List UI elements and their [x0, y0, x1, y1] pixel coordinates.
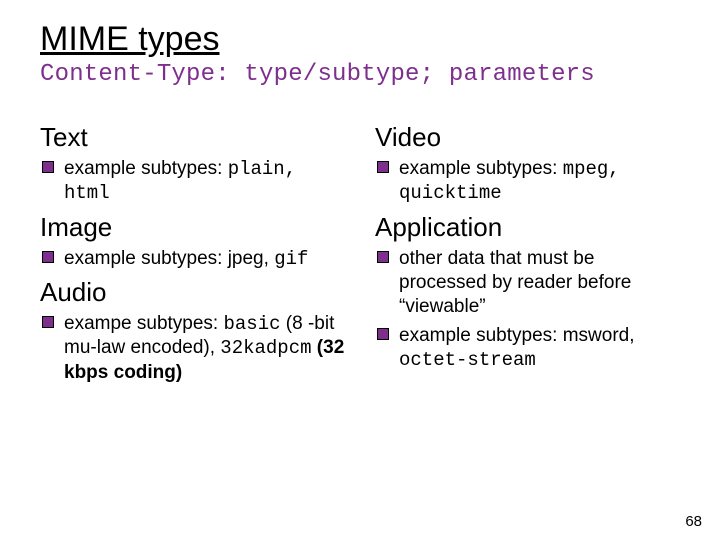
slide-title: MIME types	[40, 20, 680, 59]
bullet-text: example subtypes:	[399, 158, 563, 179]
section-audio-bullets: exampe subtypes: basic (8 -bit mu-law en…	[40, 312, 345, 385]
bullet-mono-2: 32kadpcm	[220, 337, 311, 359]
bullet-text: example subtypes: jpeg,	[64, 248, 274, 269]
section-video-head: Video	[375, 122, 680, 153]
bullet-mono: gif	[274, 248, 308, 270]
bullet-mono: octet-stream	[399, 349, 536, 371]
bullet-text: example subtypes: msword,	[399, 325, 635, 346]
list-item: example subtypes: plain, html	[40, 157, 345, 206]
bullet-mono: basic	[223, 313, 280, 335]
section-application-head: Application	[375, 212, 680, 243]
right-column: Video example subtypes: mpeg, quicktime …	[375, 116, 680, 391]
list-item: example subtypes: mpeg, quicktime	[375, 157, 680, 206]
section-audio-head: Audio	[40, 277, 345, 308]
list-item: example subtypes: jpeg, gif	[40, 247, 345, 271]
slide-subtitle: Content-Type: type/subtype; parameters	[40, 61, 680, 88]
section-image-head: Image	[40, 212, 345, 243]
page-number: 68	[685, 513, 702, 530]
bullet-text: example subtypes:	[64, 158, 228, 179]
section-video-bullets: example subtypes: mpeg, quicktime	[375, 157, 680, 206]
slide: MIME types Content-Type: type/subtype; p…	[0, 0, 720, 540]
list-item: exampe subtypes: basic (8 -bit mu-law en…	[40, 312, 345, 385]
section-image-bullets: example subtypes: jpeg, gif	[40, 247, 345, 271]
bullet-text: other data that must be processed by rea…	[399, 248, 631, 318]
list-item: example subtypes: msword, octet-stream	[375, 324, 680, 373]
list-item: other data that must be processed by rea…	[375, 247, 680, 320]
left-column: Text example subtypes: plain, html Image…	[40, 116, 345, 391]
section-application-bullets: other data that must be processed by rea…	[375, 247, 680, 373]
section-text-bullets: example subtypes: plain, html	[40, 157, 345, 206]
columns: Text example subtypes: plain, html Image…	[40, 116, 680, 391]
bullet-text: exampe subtypes:	[64, 313, 223, 334]
section-text-head: Text	[40, 122, 345, 153]
